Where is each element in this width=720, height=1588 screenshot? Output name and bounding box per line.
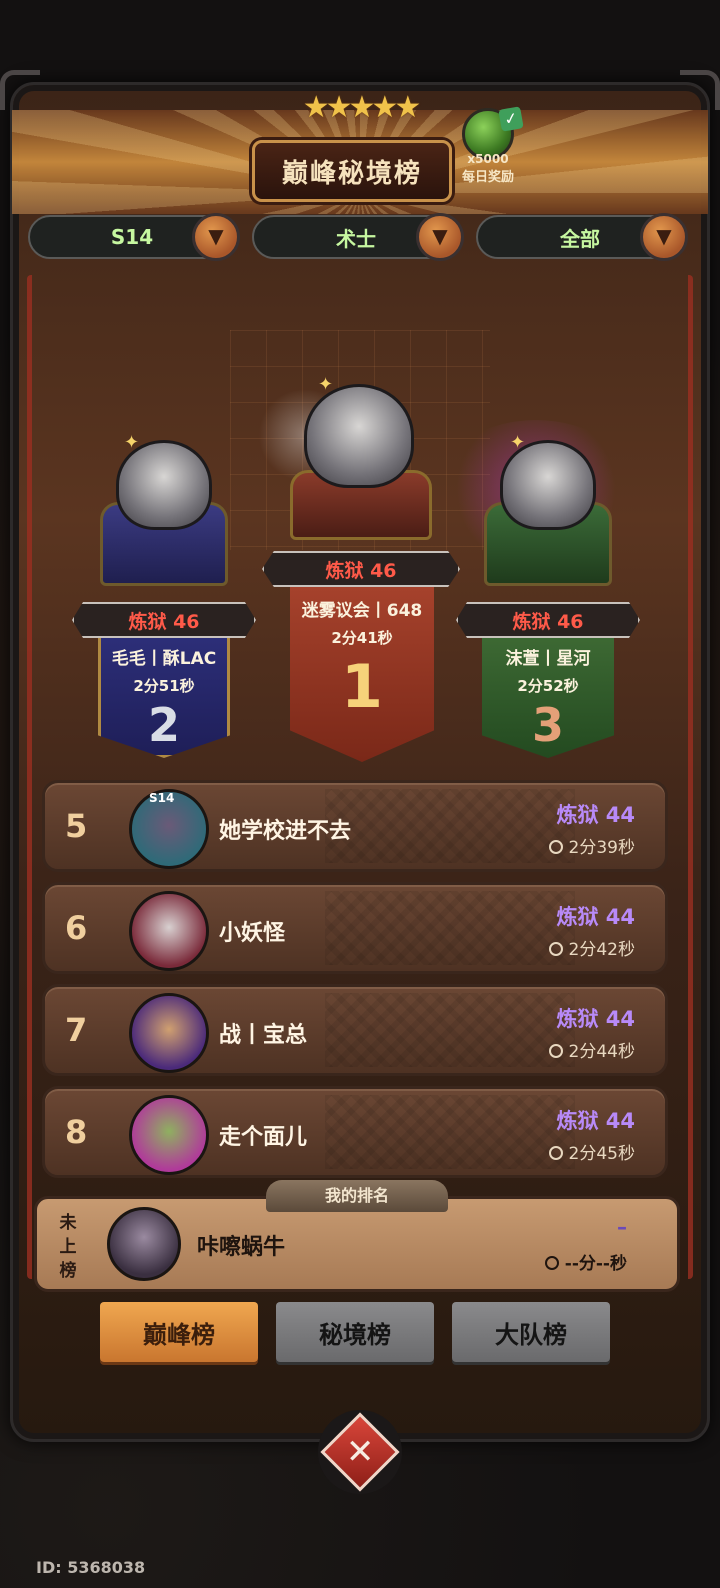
rank-number: 2 bbox=[147, 698, 180, 752]
rank-number: 6 bbox=[65, 909, 88, 947]
rank-number: 1 bbox=[341, 652, 383, 722]
sparkle-icon: ✦ bbox=[124, 432, 140, 453]
difficulty-badge: 炼狱 46 bbox=[262, 551, 460, 587]
podium-banner-first[interactable]: 迷雾议会丨648 2分41秒 1 bbox=[290, 586, 434, 762]
close-icon: ✕ bbox=[345, 1432, 375, 1472]
ranking-row[interactable]: 6 小妖怪 炼狱 44 2分42秒 bbox=[42, 882, 668, 974]
unranked-status: 未上榜 bbox=[59, 1213, 77, 1281]
scope-filter-value: 全部 bbox=[560, 226, 600, 251]
star-rating: ★★★★★ bbox=[302, 90, 421, 125]
avatar[interactable] bbox=[129, 891, 209, 971]
clear-time-value: 2分44秒 bbox=[568, 1042, 635, 1062]
clear-time: 2分52秒 bbox=[517, 677, 579, 695]
season-tag: S14 bbox=[149, 791, 175, 805]
character-third-place[interactable] bbox=[500, 440, 596, 530]
scope-filter[interactable]: 全部 ▼ bbox=[476, 213, 688, 261]
tab-peak-leaderboard[interactable]: 巅峰榜 bbox=[100, 1302, 258, 1362]
rank-number: 7 bbox=[65, 1011, 88, 1049]
player-name: 小妖怪 bbox=[219, 921, 286, 946]
claimed-check-icon: ✓ bbox=[498, 106, 524, 132]
clock-icon bbox=[544, 1256, 559, 1270]
row-pattern bbox=[325, 891, 575, 965]
clear-time: 2分39秒 bbox=[548, 833, 635, 858]
chevron-down-icon[interactable]: ▼ bbox=[640, 213, 688, 261]
my-difficulty: – bbox=[617, 1215, 627, 1239]
player-names: 迷雾议会丨648 bbox=[301, 601, 423, 621]
class-filter-value: 术士 bbox=[336, 226, 376, 251]
character-first-place[interactable] bbox=[304, 384, 414, 488]
difficulty-badge: 炼狱 46 bbox=[456, 602, 640, 638]
player-name: 她学校进不去 bbox=[219, 819, 352, 844]
page-title: 巅峰秘境榜 bbox=[252, 140, 452, 202]
clear-time: 2分41秒 bbox=[331, 629, 393, 647]
my-clear-time-value: --分--秒 bbox=[564, 1254, 627, 1274]
row-pattern bbox=[325, 789, 575, 863]
close-button[interactable]: ✕ bbox=[318, 1410, 402, 1494]
difficulty-label: 炼狱 44 bbox=[556, 803, 635, 827]
reward-label: 每日奖励 bbox=[461, 170, 514, 185]
clear-time: 2分45秒 bbox=[548, 1139, 635, 1164]
my-avatar[interactable] bbox=[107, 1207, 181, 1281]
difficulty-label: 炼狱 44 bbox=[556, 905, 635, 929]
rank-number: 5 bbox=[65, 807, 88, 845]
my-player-name: 咔嚓蜗牛 bbox=[197, 1235, 286, 1260]
class-filter[interactable]: 术士 ▼ bbox=[252, 213, 464, 261]
avatar[interactable] bbox=[129, 993, 209, 1073]
clear-time: 2分51秒 bbox=[133, 677, 195, 695]
clear-time: 2分42秒 bbox=[548, 935, 635, 960]
row-pattern bbox=[325, 993, 575, 1067]
season-filter[interactable]: S14 ▼ bbox=[28, 213, 240, 261]
tab-secret-realm-leaderboard[interactable]: 秘境榜 bbox=[276, 1302, 434, 1362]
rank-number: 3 bbox=[531, 698, 564, 752]
difficulty-label: 炼狱 44 bbox=[556, 1007, 635, 1031]
close-diamond: ✕ bbox=[320, 1412, 400, 1492]
daily-reward-button[interactable]: ✓ x5000 每日奖励 bbox=[446, 106, 530, 192]
clear-time-value: 2分42秒 bbox=[568, 940, 635, 960]
clock-icon bbox=[548, 1146, 563, 1160]
clock-icon bbox=[548, 1044, 563, 1058]
clock-icon bbox=[548, 942, 563, 956]
character-second-place[interactable] bbox=[116, 440, 212, 530]
my-rank-tab-label: 我的排名 bbox=[266, 1180, 448, 1212]
difficulty-badge: 炼狱 46 bbox=[72, 602, 256, 638]
ranking-row[interactable]: 8 走个面儿 炼狱 44 2分45秒 bbox=[42, 1086, 668, 1178]
player-name: 战丨宝总 bbox=[219, 1023, 308, 1048]
clear-time: 2分44秒 bbox=[548, 1037, 635, 1062]
row-pattern bbox=[325, 1095, 575, 1169]
tab-team-leaderboard[interactable]: 大队榜 bbox=[452, 1302, 610, 1362]
avatar[interactable] bbox=[129, 1095, 209, 1175]
sparkle-icon: ✦ bbox=[318, 374, 334, 395]
sparkle-icon: ✦ bbox=[510, 432, 526, 453]
chevron-down-icon[interactable]: ▼ bbox=[192, 213, 240, 261]
rank-number: 8 bbox=[65, 1113, 88, 1151]
player-id: ID: 5368038 bbox=[36, 1558, 146, 1577]
chevron-down-icon[interactable]: ▼ bbox=[416, 213, 464, 261]
player-name: 走个面儿 bbox=[219, 1125, 308, 1150]
my-clear-time: --分--秒 bbox=[544, 1249, 627, 1274]
season-filter-value: S14 bbox=[110, 225, 154, 249]
ranking-row[interactable]: 7 战丨宝总 炼狱 44 2分44秒 bbox=[42, 984, 668, 1076]
reward-count: x5000 bbox=[467, 152, 509, 166]
podium-banner-second[interactable]: 毛毛丨酥LAC 2分51秒 2 bbox=[98, 632, 230, 758]
podium-banner-third[interactable]: 沫萱丨星河 2分52秒 3 bbox=[482, 632, 614, 758]
clear-time-value: 2分45秒 bbox=[568, 1144, 635, 1164]
clear-time-value: 2分39秒 bbox=[568, 838, 635, 858]
clock-icon bbox=[548, 840, 563, 854]
ranking-row[interactable]: 5 S14 她学校进不去 炼狱 44 2分39秒 bbox=[42, 780, 668, 872]
difficulty-label: 炼狱 44 bbox=[556, 1109, 635, 1133]
